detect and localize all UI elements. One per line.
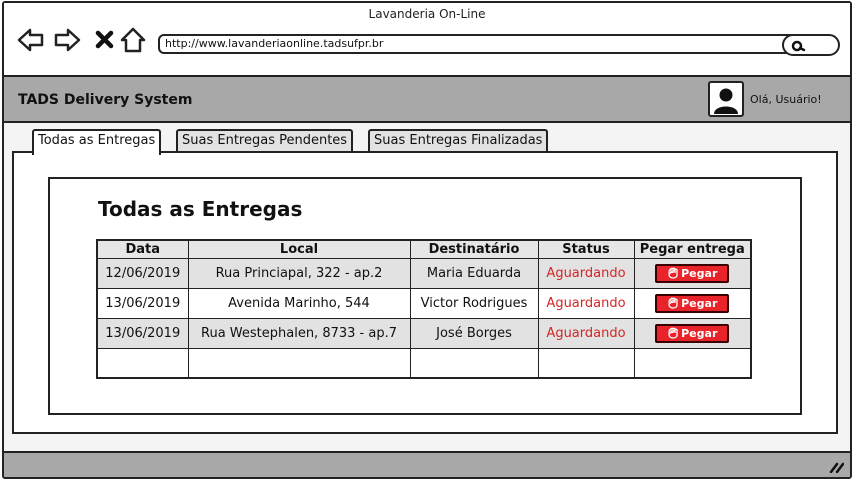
table-row: 13/06/2019 Rua Westephalen, 8733 - ap.7 … bbox=[96, 317, 752, 349]
user-greeting[interactable]: Olá, Usuário! bbox=[750, 93, 822, 106]
cell-data: 13/06/2019 bbox=[96, 317, 189, 349]
tab-suas-entregas-finalizadas[interactable]: Suas Entregas Finalizadas bbox=[368, 129, 549, 153]
app-title: TADS Delivery System bbox=[18, 92, 193, 108]
column-header-status: Status bbox=[537, 239, 635, 259]
close-icon[interactable] bbox=[90, 25, 120, 55]
tab-suas-entregas-pendentes[interactable]: Suas Entregas Pendentes bbox=[176, 129, 354, 153]
tab-todas-as-entregas[interactable]: Todas as Entregas bbox=[32, 129, 162, 155]
pegar-button[interactable]: Pegar bbox=[655, 293, 730, 313]
cell-empty bbox=[633, 347, 752, 379]
back-arrow-icon[interactable] bbox=[16, 25, 46, 55]
deliveries-frame: Todas as Entregas Data Local Destinatári… bbox=[48, 177, 802, 415]
home-icon[interactable] bbox=[118, 25, 148, 55]
column-header-pegar-entrega: Pegar entrega bbox=[633, 239, 752, 259]
table-row: 12/06/2019 Rua Princiapal, 322 - ap.2 Ma… bbox=[96, 257, 752, 289]
url-text: http://www.lavanderiaonline.tadsufpr.br bbox=[165, 37, 384, 50]
status-badge: Aguardando bbox=[537, 257, 635, 289]
user-avatar-icon[interactable] bbox=[708, 81, 744, 117]
status-badge: Aguardando bbox=[537, 287, 635, 319]
tab-label: Todas as Entregas bbox=[38, 133, 156, 148]
cell-empty bbox=[96, 347, 189, 379]
column-header-destinatario: Destinatário bbox=[409, 239, 539, 259]
hand-icon bbox=[668, 297, 678, 309]
forward-arrow-icon[interactable] bbox=[52, 25, 82, 55]
cell-action: Pegar bbox=[633, 287, 752, 319]
table-header-row: Data Local Destinatário Status Pegar ent… bbox=[96, 239, 752, 259]
hand-icon bbox=[668, 267, 678, 279]
cell-action: Pegar bbox=[633, 317, 752, 349]
cell-data: 13/06/2019 bbox=[96, 287, 189, 319]
cell-local: Avenida Marinho, 544 bbox=[187, 287, 411, 319]
page-title: Todas as Entregas bbox=[98, 197, 303, 221]
status-badge: Aguardando bbox=[537, 317, 635, 349]
tab-label: Suas Entregas Pendentes bbox=[182, 133, 348, 148]
window-title: Lavanderia On-Line bbox=[368, 7, 486, 21]
column-header-data: Data bbox=[96, 239, 189, 259]
cell-destinatario: José Borges bbox=[409, 317, 539, 349]
url-bar[interactable]: http://www.lavanderiaonline.tadsufpr.br bbox=[158, 34, 796, 54]
browser-titlebar: Lavanderia On-Line http://www.lavanderia… bbox=[4, 3, 850, 75]
deliveries-table: Data Local Destinatário Status Pegar ent… bbox=[96, 239, 752, 379]
resize-grip-icon[interactable] bbox=[828, 461, 844, 473]
cell-action: Pegar bbox=[633, 257, 752, 289]
column-header-local: Local bbox=[187, 239, 411, 259]
app-header: TADS Delivery System Olá, Usuário! bbox=[4, 75, 850, 123]
cell-data: 12/06/2019 bbox=[96, 257, 189, 289]
cell-empty bbox=[409, 347, 539, 379]
table-row-empty bbox=[96, 347, 752, 379]
cell-local: Rua Westephalen, 8733 - ap.7 bbox=[187, 317, 411, 349]
hand-icon bbox=[668, 327, 678, 339]
cell-empty bbox=[187, 347, 411, 379]
cell-destinatario: Maria Eduarda bbox=[409, 257, 539, 289]
pegar-button[interactable]: Pegar bbox=[655, 323, 730, 343]
cell-local: Rua Princiapal, 322 - ap.2 bbox=[187, 257, 411, 289]
table-row: 13/06/2019 Avenida Marinho, 544 Victor R… bbox=[96, 287, 752, 319]
pegar-button-label: Pegar bbox=[681, 296, 718, 310]
cell-destinatario: Victor Rodrigues bbox=[409, 287, 539, 319]
browser-window: Lavanderia On-Line http://www.lavanderia… bbox=[2, 1, 852, 479]
content-panel: Todas as Entregas Data Local Destinatári… bbox=[12, 151, 838, 434]
pegar-button[interactable]: Pegar bbox=[655, 263, 730, 283]
search-icon bbox=[791, 40, 806, 52]
cell-empty bbox=[537, 347, 635, 379]
pegar-button-label: Pegar bbox=[681, 266, 718, 280]
search-button[interactable] bbox=[782, 34, 840, 56]
tab-label: Suas Entregas Finalizadas bbox=[374, 133, 543, 148]
pegar-button-label: Pegar bbox=[681, 326, 718, 340]
status-bar bbox=[4, 451, 850, 477]
